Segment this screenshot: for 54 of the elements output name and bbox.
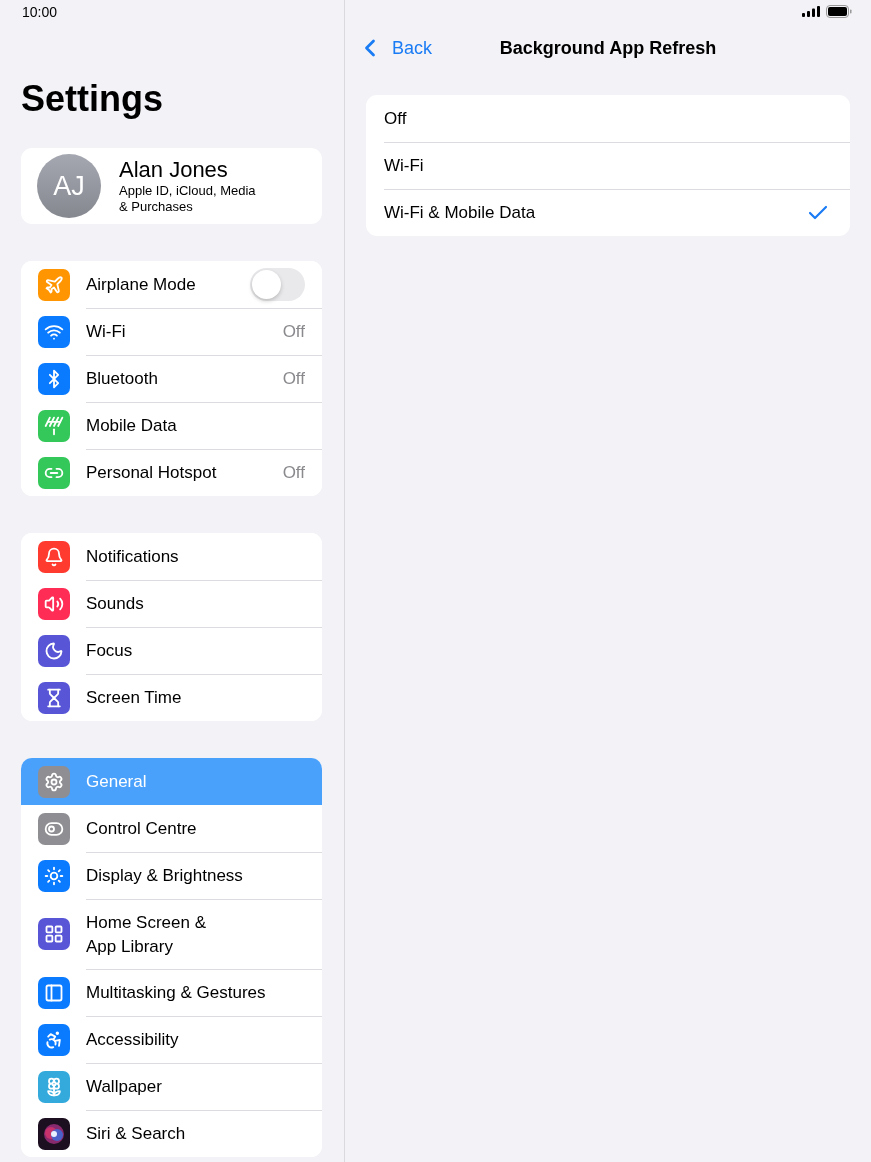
option-label: Off bbox=[384, 107, 408, 130]
row-label: Mobile Data bbox=[86, 415, 178, 437]
row-value: Off bbox=[282, 463, 305, 483]
switches-icon bbox=[38, 812, 70, 845]
signal-icon bbox=[802, 5, 820, 17]
avatar: AJ bbox=[37, 154, 101, 218]
back-button[interactable]: Back bbox=[356, 34, 433, 62]
row-label: Airplane Mode bbox=[86, 273, 197, 296]
gear-icon bbox=[38, 765, 70, 798]
moon-icon bbox=[38, 634, 70, 667]
link-icon bbox=[38, 456, 70, 489]
option-row[interactable]: Wi-Fi & Mobile Data bbox=[366, 189, 850, 236]
accessibility-icon bbox=[38, 1023, 70, 1056]
status-time: 10:00 bbox=[22, 4, 58, 20]
row-label: Siri & Search bbox=[86, 1123, 187, 1145]
row-label: Wallpaper bbox=[86, 1076, 163, 1098]
page-title: Background App Refresh bbox=[499, 37, 717, 59]
row-label: Notifications bbox=[86, 545, 180, 568]
row-label: General bbox=[86, 770, 148, 793]
row-label: Focus bbox=[86, 640, 134, 662]
grid-icon bbox=[38, 918, 70, 950]
bell-icon bbox=[38, 540, 70, 573]
row-label: Display & Brightness bbox=[86, 865, 244, 887]
row-label: Home Screen & App Library bbox=[86, 911, 207, 958]
row-label: Sounds bbox=[86, 593, 145, 615]
account-card[interactable]: AJ Alan Jones Apple ID, iCloud, Media & Purchases bbox=[21, 148, 322, 224]
row-label: Multitasking & Gestures bbox=[86, 982, 267, 1004]
sun-icon bbox=[38, 859, 70, 892]
row-label: Screen Time bbox=[86, 687, 183, 709]
antenna-icon bbox=[38, 409, 70, 442]
bluetooth-icon bbox=[38, 362, 70, 395]
airplane-icon bbox=[38, 268, 70, 301]
row-value: Off bbox=[282, 322, 305, 342]
settings-title: Settings bbox=[21, 78, 163, 120]
row-label: Accessibility bbox=[86, 1029, 180, 1051]
option-label: Wi-Fi & Mobile Data bbox=[384, 202, 537, 224]
flower-icon bbox=[38, 1070, 70, 1103]
toggle-switch[interactable] bbox=[250, 268, 305, 301]
siri-icon bbox=[38, 1117, 70, 1150]
option-row[interactable]: Off bbox=[366, 95, 850, 142]
row-label: Control Centre bbox=[86, 817, 198, 840]
battery-icon bbox=[826, 4, 852, 18]
wifi-icon bbox=[38, 315, 70, 348]
hourglass-icon bbox=[38, 681, 70, 714]
row-label: Personal Hotspot bbox=[86, 462, 218, 484]
row-value: Off bbox=[282, 369, 305, 389]
account-name: Alan Jones bbox=[119, 157, 229, 183]
option-row[interactable]: Wi-Fi bbox=[366, 142, 850, 189]
row-label: Wi-Fi bbox=[86, 321, 127, 343]
option-label: Wi-Fi bbox=[384, 155, 425, 177]
panel-icon bbox=[38, 976, 70, 1009]
row-label: Bluetooth bbox=[86, 368, 159, 390]
speaker-icon bbox=[38, 587, 70, 620]
account-subtitle: Apple ID, iCloud, Media & Purchases bbox=[119, 183, 256, 215]
